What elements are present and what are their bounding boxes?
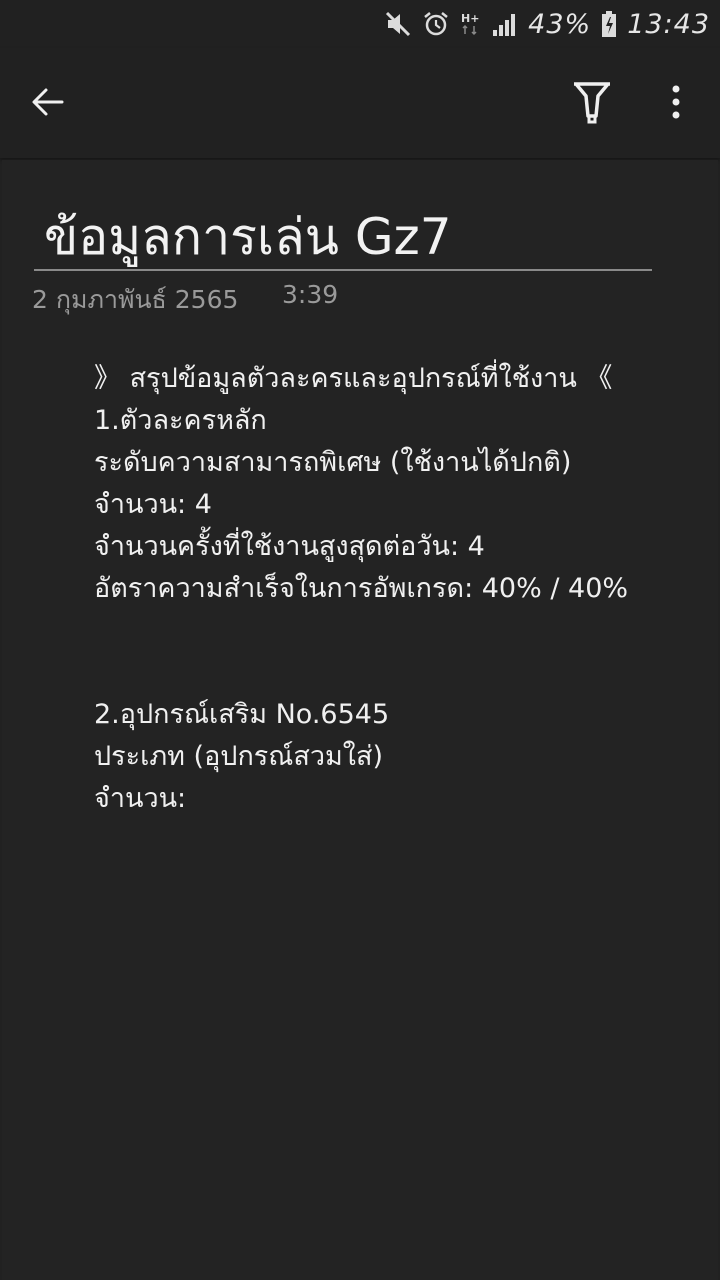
note-line: จำนวน: (94, 783, 187, 814)
status-bar: H+ 43% 13:43 (0, 0, 720, 48)
back-button[interactable] (18, 76, 78, 132)
more-vert-icon (670, 84, 682, 124)
note-line: 2.อุปกรณ์เสริม No.6545 (94, 699, 390, 730)
note-date: 2 กุมภาพันธ์ 2565 (32, 285, 239, 314)
note-line: ระดับความสามารถพิเศษ (ใช้งานได้ปกติ) (94, 447, 572, 478)
more-options-button[interactable] (650, 74, 702, 134)
clock: 13:43 (627, 8, 710, 40)
note-body[interactable]: 》 สรุปข้อมูลตัวละครและอุปกรณ์ที่ใช้งาน 《… (94, 358, 694, 820)
hplus-network-icon: H+ (460, 10, 482, 38)
note-time: 3:39 (282, 280, 339, 309)
note-line: จำนวนครั้งที่ใช้งานสูงสุดต่อวัน: 4 (94, 531, 485, 562)
arrow-left-icon (30, 84, 66, 124)
note-line: ประเภท (อุปกรณ์สวมใส่) (94, 741, 383, 772)
note-content[interactable]: ข้อมูลการเล่น Gz7 2 กุมภาพันธ์ 2565 3:39… (2, 160, 718, 1280)
signal-icon (492, 10, 518, 38)
battery-percent: 43% (528, 8, 592, 40)
svg-text:H+: H+ (461, 12, 479, 25)
note-line: 》 สรุปข้อมูลตัวละครและอุปกรณ์ที่ใช้งาน 《 (94, 363, 613, 394)
app-bar (0, 48, 720, 158)
pen-mode-button[interactable] (563, 74, 621, 134)
status-icons: H+ 43% 13:43 (384, 6, 710, 42)
mute-icon (384, 10, 412, 38)
screen: H+ 43% 13:43 ข้อมูลการเล่น Gz7 2 กุมภาพั… (0, 0, 720, 1280)
note-line: 1.ตัวละครหลัก (94, 405, 267, 436)
pen-icon (572, 80, 612, 128)
battery-charging-icon (601, 10, 617, 38)
note-line: จำนวน: 4 (94, 489, 212, 520)
note-line: อัตราความสำเร็จในการอัพเกรด: 40% / 40% (94, 573, 629, 604)
note-title[interactable]: ข้อมูลการเล่น Gz7 (44, 198, 452, 277)
note-line-blank (94, 610, 694, 694)
title-divider (34, 269, 652, 271)
alarm-icon (422, 10, 450, 38)
